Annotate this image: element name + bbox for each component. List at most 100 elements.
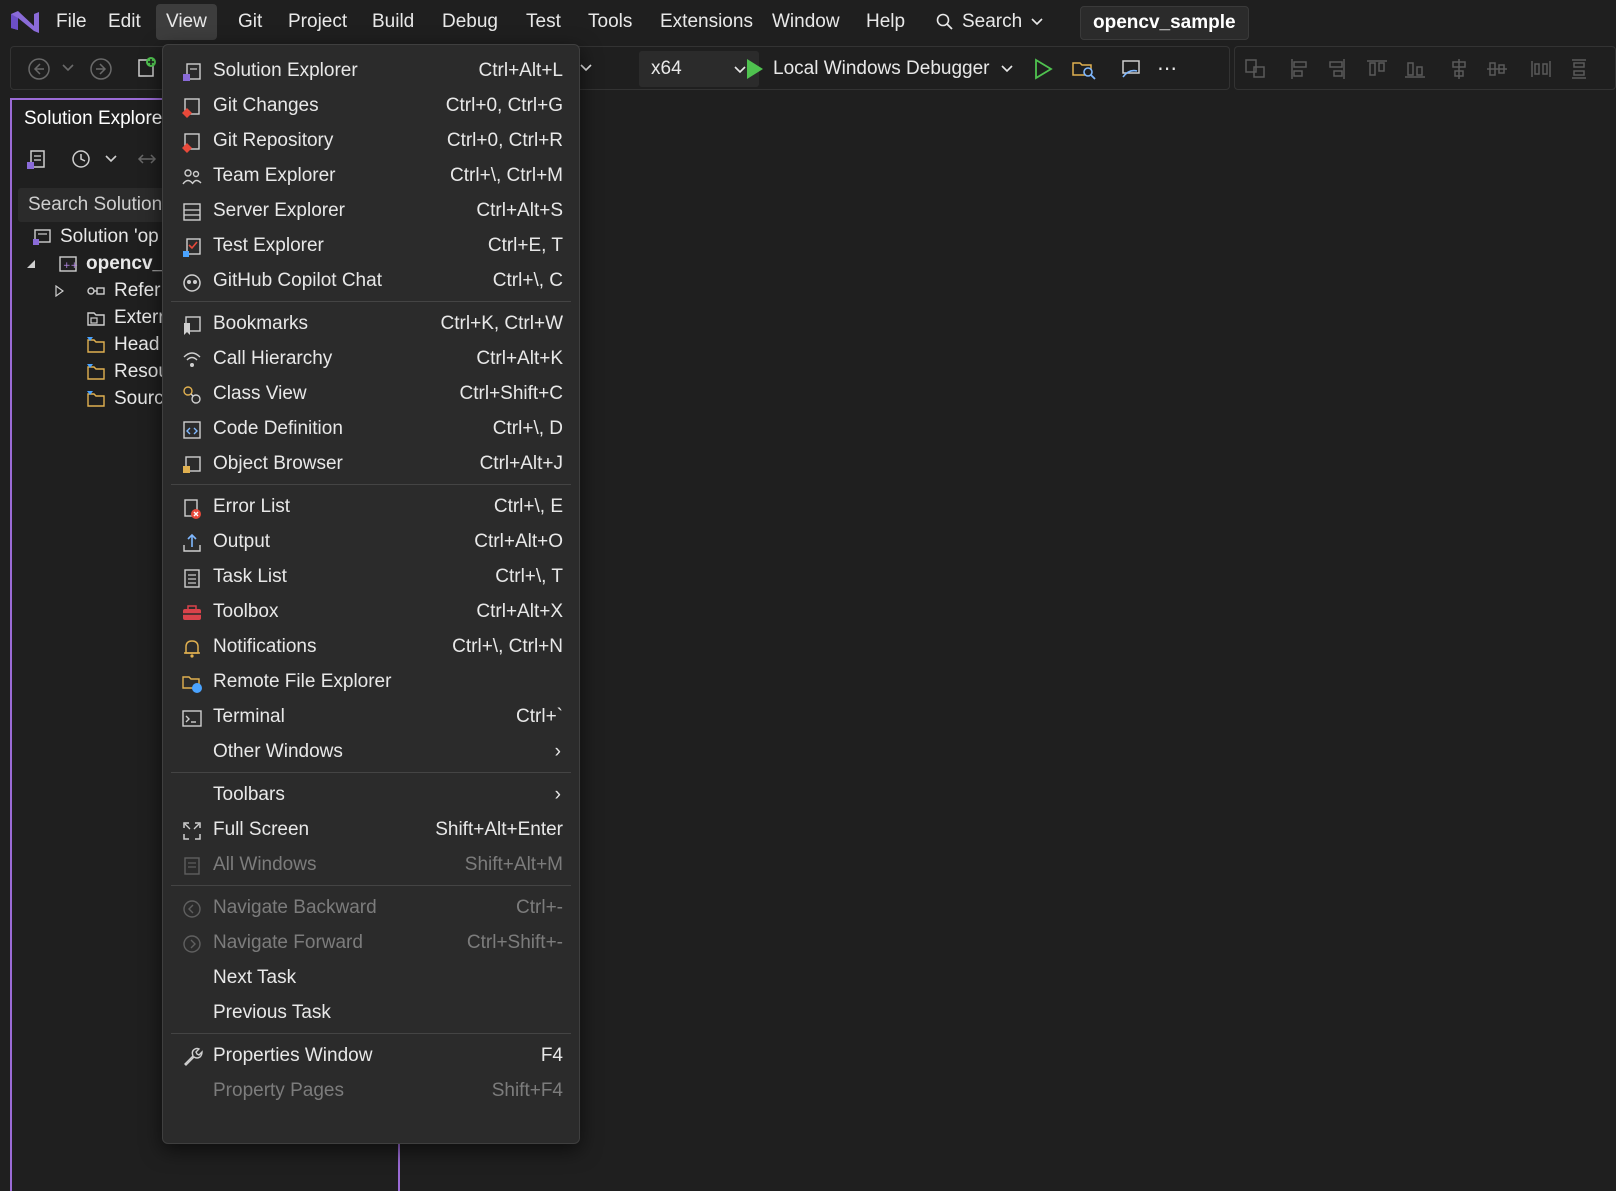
tree-external-label: Exterr (114, 307, 165, 328)
remote-file-explorer-icon (182, 676, 202, 693)
forward-icon[interactable] (89, 57, 113, 81)
start-without-debugging-icon[interactable] (1033, 58, 1053, 80)
menu-item-label: Next Task (213, 967, 297, 988)
menu-item-label: Navigate Backward (213, 897, 377, 918)
menu-view[interactable]: View (156, 4, 217, 40)
team-explorer-icon (182, 169, 202, 185)
menu-item-other-windows[interactable]: Other Windows › (171, 734, 571, 770)
search-button[interactable]: Search (928, 4, 1052, 40)
menu-item-label: Full Screen (213, 819, 310, 840)
tree-references-node[interactable]: Refer (54, 278, 160, 304)
menu-item-previous-task[interactable]: Previous Task (171, 995, 571, 1031)
menu-test[interactable]: Test (516, 4, 571, 40)
tree-header-node[interactable]: Head (86, 332, 159, 358)
menu-item-server-explorer[interactable]: Server Explorer Ctrl+Alt+S (171, 193, 571, 229)
menu-edit[interactable]: Edit (98, 4, 151, 40)
platform-dropdown[interactable]: x64 (639, 51, 759, 87)
menu-item-error-list[interactable]: Error List Ctrl+\, E (171, 489, 571, 525)
menu-item-call-hierarchy[interactable]: Call Hierarchy Ctrl+Alt+K (171, 341, 571, 377)
tree-solution-node[interactable]: Solution 'op (32, 224, 159, 250)
menu-project[interactable]: Project (278, 4, 357, 40)
menu-item-label: Properties Window (213, 1045, 373, 1066)
menu-help[interactable]: Help (856, 4, 915, 40)
menu-item-test-explorer[interactable]: Test Explorer Ctrl+E, T (171, 228, 571, 264)
more-icon[interactable]: ⋯ (1157, 59, 1177, 79)
menu-item-git-repository[interactable]: Git Repository Ctrl+0, Ctrl+R (171, 123, 571, 159)
tree-source-node[interactable]: Sourc (86, 386, 164, 412)
space-vertical-icon[interactable] (1569, 57, 1589, 81)
menu-item-label: Server Explorer (213, 200, 345, 221)
new-project-icon[interactable] (135, 55, 159, 79)
menu-item-notifications[interactable]: Notifications Ctrl+\, Ctrl+N (171, 629, 571, 665)
align-left-icon[interactable] (1289, 57, 1309, 81)
menu-item-label: Task List (213, 566, 287, 587)
layout-toolbar (1234, 46, 1616, 90)
menu-separator (171, 772, 571, 773)
align-top-icon[interactable] (1365, 57, 1389, 81)
visual-studio-logo-icon[interactable] (8, 6, 42, 38)
menu-build[interactable]: Build (362, 4, 424, 40)
menu-item-full-screen[interactable]: Full Screen Shift+Alt+Enter (171, 812, 571, 848)
menu-item-solution-explorer[interactable]: Solution Explorer Ctrl+Alt+L (171, 53, 571, 89)
copilot-icon (183, 274, 201, 292)
tree-source-label: Sourc (114, 388, 164, 409)
switch-views-icon[interactable] (24, 148, 48, 172)
code-definition-icon (183, 421, 201, 439)
start-debugging-button[interactable]: Local Windows Debugger (747, 51, 1014, 87)
chevron-down-icon (734, 66, 746, 74)
menu-item-shortcut: Ctrl+0, Ctrl+G (445, 95, 563, 116)
menu-item-team-explorer[interactable]: Team Explorer Ctrl+\, Ctrl+M (171, 158, 571, 194)
center-vertical-icon[interactable] (1485, 57, 1509, 81)
menu-item-bookmarks[interactable]: Bookmarks Ctrl+K, Ctrl+W (171, 306, 571, 342)
menu-item-shortcut: Ctrl+\, T (495, 566, 563, 587)
menu-item-next-task[interactable]: Next Task (171, 960, 571, 996)
chevron-down-icon[interactable] (104, 154, 118, 164)
align-bottom-icon[interactable] (1403, 57, 1427, 81)
tree-resources-node[interactable]: Resou (86, 359, 169, 385)
menu-item-github-copilot-chat[interactable]: GitHub Copilot Chat Ctrl+\, C (171, 263, 571, 299)
collapsed-arrow-icon[interactable] (54, 285, 64, 297)
menu-item-label: Other Windows (213, 741, 343, 762)
folder-search-icon[interactable] (1071, 57, 1097, 81)
toolbar-grid-icon[interactable] (1243, 57, 1267, 81)
git-changes-icon (182, 98, 200, 118)
menu-debug[interactable]: Debug (432, 4, 508, 40)
debugger-label: Local Windows Debugger (773, 58, 990, 79)
menu-item-task-list[interactable]: Task List Ctrl+\, T (171, 559, 571, 595)
solution-explorer-title[interactable]: Solution Explore (24, 108, 162, 130)
menu-item-shortcut: Ctrl+Alt+J (479, 453, 563, 474)
menu-item-class-view[interactable]: Class View Ctrl+Shift+C (171, 376, 571, 412)
menu-tools[interactable]: Tools (578, 4, 642, 40)
menu-item-navigate-forward: Navigate Forward Ctrl+Shift+- (171, 925, 571, 961)
expanded-arrow-icon[interactable] (26, 259, 36, 269)
menu-item-code-definition[interactable]: Code Definition Ctrl+\, D (171, 411, 571, 447)
solution-name-badge[interactable]: opencv_sample (1080, 6, 1249, 40)
tree-external-node[interactable]: Exterr (86, 305, 165, 331)
menu-item-shortcut: Ctrl+\, C (492, 270, 563, 291)
menu-item-toolbars[interactable]: Toolbars › (171, 777, 571, 813)
live-share-icon[interactable] (1119, 57, 1143, 81)
chevron-down-icon[interactable] (61, 63, 75, 73)
svg-text:++: ++ (63, 261, 78, 271)
menu-window[interactable]: Window (762, 4, 850, 40)
menu-item-all-windows: All Windows Shift+Alt+M (171, 847, 571, 883)
configuration-chevron-icon[interactable] (579, 63, 593, 73)
menu-item-remote-file-explorer[interactable]: Remote File Explorer (171, 664, 571, 700)
menu-file[interactable]: File (46, 4, 97, 40)
pending-changes-icon[interactable] (70, 148, 92, 170)
tree-project-node[interactable]: ++ opencv_ (26, 251, 163, 277)
filter-folder-icon (87, 337, 105, 353)
menu-item-git-changes[interactable]: Git Changes Ctrl+0, Ctrl+G (171, 88, 571, 124)
center-horizontal-icon[interactable] (1449, 57, 1469, 81)
sync-with-document-icon[interactable] (136, 150, 158, 168)
menu-item-output[interactable]: Output Ctrl+Alt+O (171, 524, 571, 560)
menu-item-toolbox[interactable]: Toolbox Ctrl+Alt+X (171, 594, 571, 630)
menu-item-properties-window[interactable]: Properties Window F4 (171, 1038, 571, 1074)
menu-extensions[interactable]: Extensions (650, 4, 763, 40)
back-icon[interactable] (27, 57, 51, 81)
menu-git[interactable]: Git (228, 4, 272, 40)
menu-item-terminal[interactable]: Terminal Ctrl+` (171, 699, 571, 735)
menu-item-object-browser[interactable]: Object Browser Ctrl+Alt+J (171, 446, 571, 482)
space-horizontal-icon[interactable] (1529, 57, 1553, 81)
align-right-icon[interactable] (1327, 57, 1347, 81)
